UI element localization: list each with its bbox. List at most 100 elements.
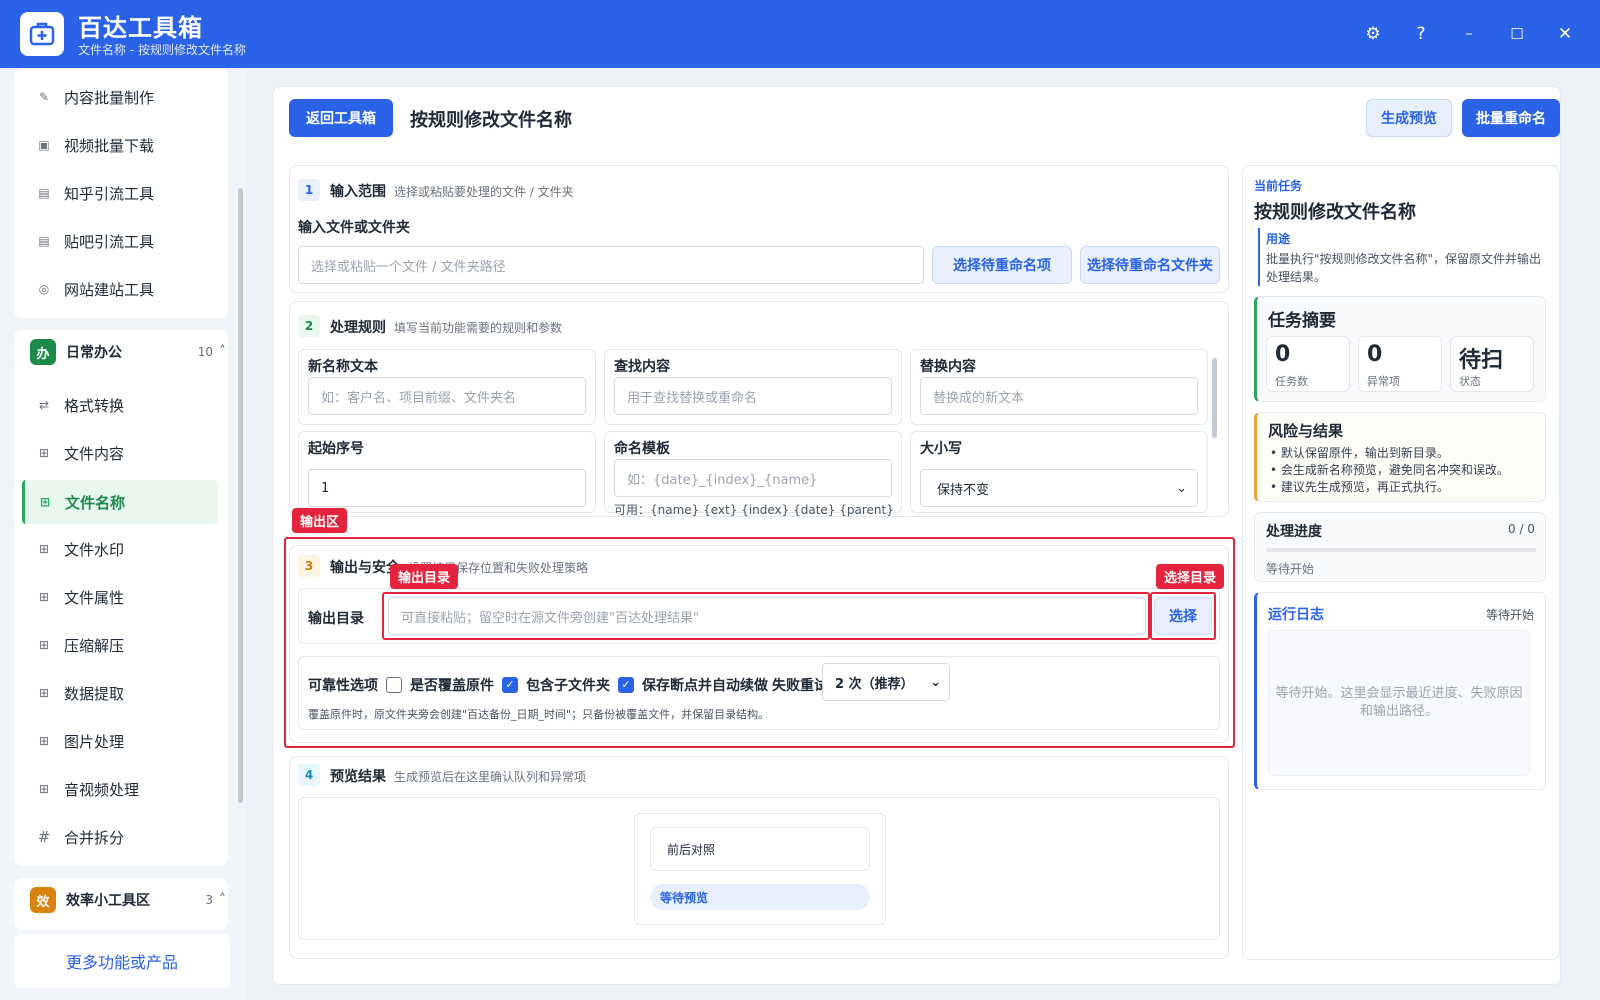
step4-title: 预览结果: [330, 769, 386, 785]
group-title: 效率小工具区: [66, 893, 150, 909]
step1-title: 输入范围: [330, 184, 386, 200]
group-title: 日常办公: [66, 345, 122, 361]
progress-track: [1266, 548, 1536, 552]
minimize-icon[interactable]: –: [1454, 19, 1484, 49]
sidebar-item-file-name[interactable]: ⊞ 文件名称: [22, 480, 218, 524]
progress-title: 处理进度: [1266, 524, 1322, 540]
sidebar-item-content-batch[interactable]: ✎ 内容批量制作: [24, 76, 216, 118]
app-subtitle: 文件名称 - 按规则修改文件名称: [78, 43, 246, 57]
back-to-toolbox-button[interactable]: 返回工具箱: [289, 99, 393, 137]
grid-icon: ⊞: [38, 446, 50, 460]
step4-number: 4: [298, 764, 320, 786]
select-dir-highlight: [1150, 592, 1216, 640]
progress-status: 等待开始: [1266, 562, 1315, 576]
pencil-icon: ✎: [38, 90, 50, 104]
current-task-title: 按规则修改文件名称: [1254, 202, 1416, 223]
group-count: 3: [205, 893, 213, 907]
start-index-input[interactable]: 1: [308, 469, 586, 507]
chevron-down-icon: ⌄: [1176, 480, 1187, 496]
efficiency-badge: 效: [30, 887, 56, 913]
stat-task-count: 0 任务数: [1266, 336, 1350, 392]
video-icon: ▣: [38, 138, 50, 152]
sidebar-item-compress[interactable]: ⊞ 压缩解压: [24, 624, 216, 666]
grid-icon: ⊞: [38, 590, 50, 604]
office-badge: 办: [30, 339, 56, 365]
group-header-efficiency[interactable]: 效 效率小工具区 3 ˄: [30, 880, 226, 920]
more-products-button[interactable]: 更多功能或产品: [14, 934, 230, 988]
step4-hint: 生成预览后在这里确认队列和异常项: [394, 770, 587, 784]
usage-label: 用途: [1266, 232, 1291, 246]
step2-number: 2: [298, 315, 320, 337]
sidebar-item-watermark[interactable]: ⊞ 文件水印: [24, 528, 216, 570]
globe-icon: ◎: [38, 282, 50, 296]
before-after-compare[interactable]: 前后对照: [650, 827, 870, 871]
progress-count: 0 / 0: [1508, 522, 1535, 536]
tieba-icon: ▤: [38, 234, 50, 248]
start-index-label: 起始序号: [308, 441, 364, 457]
new-name-input[interactable]: 如：客户名、项目前缀、文件夹名: [308, 377, 586, 415]
step1-hint: 选择或粘贴要处理的文件 / 文件夹: [394, 185, 574, 199]
sidebar-item-merge-split[interactable]: # 合并拆分: [24, 816, 216, 858]
sidebar-item-av[interactable]: ⊞ 音视频处理: [24, 768, 216, 810]
help-icon[interactable]: ?: [1406, 19, 1436, 49]
grid-icon: ⊞: [39, 495, 51, 509]
batch-rename-button[interactable]: 批量重命名: [1462, 99, 1560, 137]
app-logo-icon: [20, 12, 64, 56]
case-select[interactable]: 保持不变 ⌄: [920, 469, 1198, 507]
page-title: 按规则修改文件名称: [410, 110, 572, 131]
log-status: 等待开始: [1486, 608, 1535, 622]
template-input[interactable]: 如：{date}_{index}_{name}: [614, 459, 892, 497]
chevron-up-icon: ˄: [219, 344, 226, 360]
settings-gear-icon[interactable]: ⚙: [1358, 19, 1388, 49]
task-summary-title: 任务摘要: [1268, 311, 1336, 331]
title-bar: 百达工具箱 文件名称 - 按规则修改文件名称 ⚙ ? – ☐ ✕: [0, 0, 1600, 68]
grid-icon: ⊞: [38, 542, 50, 556]
sidebar-item-image[interactable]: ⊞ 图片处理: [24, 720, 216, 762]
sidebar-scrollbar[interactable]: [238, 188, 243, 803]
chevron-up-icon: ˄: [219, 892, 226, 908]
input-path-field[interactable]: 选择或粘贴一个文件 / 文件夹路径: [298, 246, 924, 284]
step2-title: 处理规则: [330, 320, 386, 336]
usage-accent: [1258, 228, 1260, 286]
group-header-office[interactable]: 办 日常办公 10 ˄: [30, 332, 226, 372]
output-area-tag: 输出区: [292, 508, 348, 533]
input-path-label: 输入文件或文件夹: [298, 220, 410, 236]
sidebar-item-tieba[interactable]: ▤ 贴吧引流工具: [24, 220, 216, 262]
sidebar-item-video-download[interactable]: ▣ 视频批量下载: [24, 124, 216, 166]
case-label: 大小写: [920, 441, 962, 457]
stat-status: 待扫 状态: [1450, 336, 1534, 392]
sidebar-item-zhihu[interactable]: ▤ 知乎引流工具: [24, 172, 216, 214]
grid-icon: ⊞: [38, 734, 50, 748]
template-label: 命名模板: [614, 441, 670, 457]
sidebar-item-data-extract[interactable]: ⊞ 数据提取: [24, 672, 216, 714]
zhihu-icon: ▤: [38, 186, 50, 200]
group-count: 10: [197, 345, 213, 359]
log-output: 等待开始。这里会显示最近进度、失败原因和输出路径。: [1268, 630, 1530, 776]
sidebar-item-file-content[interactable]: ⊞ 文件内容: [24, 432, 216, 474]
select-items-button[interactable]: 选择待重命名项: [932, 246, 1072, 284]
template-hint: 可用：{name} {ext} {index} {date} {parent}: [614, 503, 894, 517]
hash-icon: #: [37, 828, 51, 846]
swap-icon: ⇄: [38, 398, 50, 412]
replace-input[interactable]: 替换成的新文本: [920, 377, 1198, 415]
generate-preview-button[interactable]: 生成预览: [1366, 99, 1452, 137]
current-task-label: 当前任务: [1254, 179, 1303, 193]
risk-title: 风险与结果: [1268, 422, 1344, 440]
close-icon[interactable]: ✕: [1550, 19, 1580, 49]
grid-icon: ⊞: [38, 686, 50, 700]
risk-item: • 默认保留原件，输出到新目录。: [1270, 446, 1449, 460]
sidebar-item-website[interactable]: ◎ 网站建站工具: [24, 268, 216, 310]
maximize-icon[interactable]: ☐: [1502, 19, 1532, 49]
risk-item: • 建议先生成预览，再正式执行。: [1270, 480, 1449, 494]
output-dir-highlight: [382, 592, 1150, 640]
risk-item: • 会生成新名称预览，避免同名冲突和误改。: [1270, 463, 1509, 477]
waiting-preview-badge: 等待预览: [650, 884, 870, 910]
stat-exception-count: 0 异常项: [1358, 336, 1442, 392]
sidebar-item-file-attr[interactable]: ⊞ 文件属性: [24, 576, 216, 618]
select-folder-button[interactable]: 选择待重命名文件夹: [1080, 246, 1220, 284]
select-dir-tag: 选择目录: [1156, 564, 1225, 589]
find-input[interactable]: 用于查找替换或重命名: [614, 377, 892, 415]
rules-scrollbar[interactable]: [1212, 358, 1217, 438]
sidebar-item-format-convert[interactable]: ⇄ 格式转换: [24, 384, 216, 426]
grid-icon: ⊞: [38, 638, 50, 652]
